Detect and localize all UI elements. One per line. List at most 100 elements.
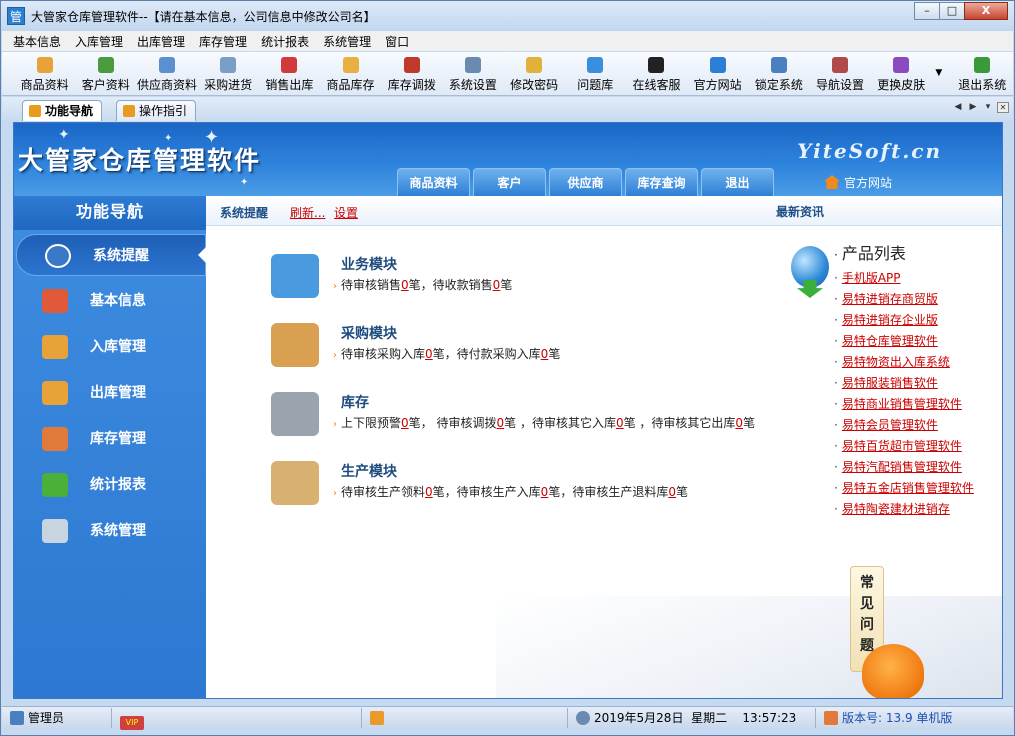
product-link[interactable]: 易特物资出入库系统 (834, 352, 994, 373)
banner-nav-supplier[interactable]: 供应商 (549, 168, 622, 196)
tab-scroll-right-icon[interactable]: ▶ (967, 102, 979, 113)
maximize-button[interactable]: □ (939, 2, 965, 20)
module-text: 笔 ，待审核其它出库 (623, 416, 736, 430)
module-title[interactable]: 库存 (341, 392, 369, 412)
toolbar-button-settings[interactable]: 系统设置 (442, 52, 503, 94)
menu-reports[interactable]: 统计报表 (254, 33, 316, 50)
minimize-button[interactable]: – (914, 2, 940, 20)
product-link[interactable]: 易特商业销售管理软件 (834, 394, 994, 415)
banner-nav-goods[interactable]: 商品资料 (397, 168, 470, 196)
tab-close-icon[interactable]: ✕ (997, 102, 1009, 113)
toolbar-button-penguin[interactable]: 在线客服 (626, 52, 687, 94)
toolbar-button-question[interactable]: 问题库 (565, 52, 626, 94)
face-icon (370, 710, 384, 725)
toolbar-more-icon[interactable]: ▼ (932, 52, 946, 94)
tab-operation-guide[interactable]: 操作指引 (116, 100, 197, 121)
sidebar-item-label: 库存管理 (90, 431, 146, 447)
settings-link[interactable]: 设置 (334, 204, 358, 221)
toolbar-button-exit[interactable]: 退出系统 (952, 52, 1013, 94)
product-link[interactable]: 易特五金店销售管理软件 (834, 478, 994, 499)
banner-nav-exit[interactable]: 退出 (701, 168, 774, 196)
official-site-label: 官方网站 (844, 176, 893, 190)
official-site-link[interactable]: 官方网站 (824, 174, 892, 191)
tab-label: 操作指引 (139, 104, 188, 118)
tools-icon (42, 519, 68, 543)
bullet-arrow-icon: › (333, 350, 337, 361)
menu-basic-info[interactable]: 基本信息 (6, 33, 68, 50)
toolbar-button-supplier[interactable]: 供应商资料 (136, 52, 197, 94)
home-icon (824, 710, 838, 725)
toolbar-button-skin[interactable]: 更换皮肤 (871, 52, 932, 94)
toolbar-button-truck[interactable]: 采购进货 (198, 52, 259, 94)
inbound-box-icon (42, 335, 68, 359)
faq-char: 问 (860, 617, 874, 633)
module-text: 笔，待审核生产退料库 (548, 485, 669, 499)
module-title[interactable]: 生产模块 (341, 461, 397, 481)
banner-nav-stock-query[interactable]: 库存查询 (625, 168, 698, 196)
outbound-box-icon (42, 381, 68, 405)
supplier-icon (158, 57, 175, 73)
menu-inventory[interactable]: 库存管理 (192, 33, 254, 50)
banner-nav-customer[interactable]: 客户 (473, 168, 546, 196)
menu-system[interactable]: 系统管理 (316, 33, 378, 50)
module-text: 待审核采购入库 (341, 347, 426, 361)
sidebar-item-outbound-box[interactable]: 出库管理 (14, 372, 206, 414)
pending-count-link[interactable]: 0 (496, 416, 504, 430)
toolbar-button-label: 销售出库 (265, 78, 314, 92)
sidebar-item-bar-chart[interactable]: 统计报表 (14, 464, 206, 506)
toolbar-button-ie[interactable]: 官方网站 (687, 52, 748, 94)
toolbar-button-customer[interactable]: 客户资料 (75, 52, 136, 94)
product-link[interactable]: 易特进销存企业版 (834, 310, 994, 331)
product-link[interactable]: 易特百货超市管理软件 (834, 436, 994, 457)
tab-list-icon[interactable]: ▾ (982, 102, 994, 113)
product-link[interactable]: 易特仓库管理软件 (834, 331, 994, 352)
toolbar-button-basket[interactable]: 销售出库 (259, 52, 320, 94)
bullet-arrow-icon: › (333, 281, 337, 292)
product-link[interactable]: 易特陶瓷建材进销存 (834, 499, 994, 520)
pending-count-link[interactable]: 0 (616, 416, 624, 430)
toolbar-button-label: 商品库存 (326, 78, 375, 92)
sidebar-item-warehouse[interactable]: 库存管理 (14, 418, 206, 460)
product-link[interactable]: 易特汽配销售管理软件 (834, 457, 994, 478)
close-button[interactable]: X (964, 2, 1008, 20)
sidebar-item-label: 入库管理 (90, 339, 146, 355)
tab-scroll-left-icon[interactable]: ◀ (952, 102, 964, 113)
product-link[interactable]: 手机版APP (834, 268, 994, 289)
toolbar-button-box[interactable]: 商品库存 (320, 52, 381, 94)
banner: ✦ ✦ ✦ ✦ 大管家仓库管理软件 YiteSoft.cn 商品资料 客户 供应… (14, 123, 1002, 196)
menu-window[interactable]: 窗口 (378, 33, 416, 50)
pending-count-link[interactable]: 0 (425, 485, 433, 499)
box-icon (342, 57, 359, 73)
toolbar-button-lock[interactable]: 锁定系统 (748, 52, 809, 94)
toolbar-button-transfer[interactable]: 库存调拨 (381, 52, 442, 94)
tab-function-nav[interactable]: 功能导航 (22, 100, 103, 121)
toolbar-button-key[interactable]: 修改密码 (504, 52, 565, 94)
status-date: 2019年5月28日 (594, 710, 684, 725)
refresh-link[interactable]: 刷新... (290, 204, 325, 221)
pending-count-link[interactable]: 0 (425, 347, 433, 361)
sidebar-item-cubes[interactable]: 基本信息 (14, 280, 206, 322)
question-icon (587, 57, 604, 73)
product-link[interactable]: 易特进销存商贸版 (834, 289, 994, 310)
toolbar-button-goods[interactable]: 商品资料 (14, 52, 75, 94)
pending-count-link[interactable]: 0 (401, 416, 409, 430)
sidebar-item-tools[interactable]: 系统管理 (14, 510, 206, 552)
sidebar-item-info[interactable]: 系统提醒 (16, 234, 206, 276)
module-title[interactable]: 业务模块 (341, 254, 397, 274)
pending-count-link[interactable]: 0 (401, 278, 409, 292)
mascot-icon[interactable] (862, 644, 924, 698)
content-header: 系统提醒 刷新... 设置 最新资讯 (206, 196, 1002, 226)
toolbar-button-nav-settings[interactable]: 导航设置 (809, 52, 870, 94)
module-title[interactable]: 采购模块 (341, 323, 397, 343)
menu-outbound[interactable]: 出库管理 (130, 33, 192, 50)
info-icon (45, 244, 71, 268)
product-link[interactable]: 易特服装销售软件 (834, 373, 994, 394)
sidebar-item-inbound-box[interactable]: 入库管理 (14, 326, 206, 368)
window-title: 大管家仓库管理软件--【请在基本信息，公司信息中修改公司名】 (31, 10, 376, 24)
product-link[interactable]: 易特会员管理软件 (834, 415, 994, 436)
title-bar[interactable]: 管 大管家仓库管理软件--【请在基本信息，公司信息中修改公司名】 – □ X (1, 1, 1014, 31)
sidebar-item-label: 基本信息 (90, 293, 146, 309)
pending-count-link[interactable]: 0 (735, 416, 743, 430)
pending-count-link[interactable]: 0 (668, 485, 676, 499)
menu-inbound[interactable]: 入库管理 (68, 33, 130, 50)
